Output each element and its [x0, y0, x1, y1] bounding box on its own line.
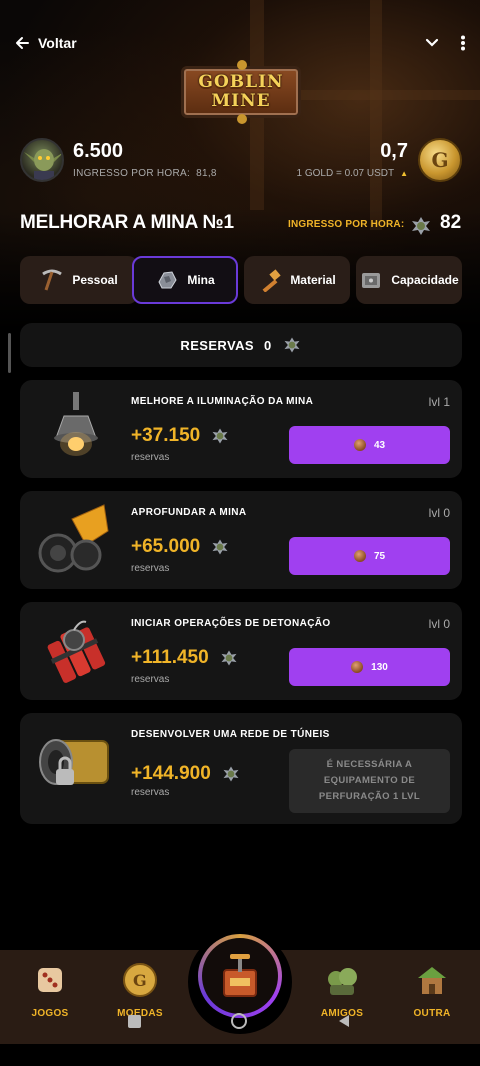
gold-rate-row: 1 GOLD = 0.07 USDT ▲ — [297, 168, 408, 179]
income-per-hour-value: 81,8 — [196, 168, 217, 179]
card-amount-row: +111.450 — [131, 647, 239, 669]
system-back-icon[interactable] — [336, 1013, 352, 1029]
card-amount: +111.450 — [131, 647, 209, 668]
detonator-main-button[interactable] — [198, 934, 282, 1018]
goblin-avatar[interactable] — [20, 138, 64, 182]
upgrade-button[interactable]: 130 — [289, 648, 450, 686]
tab-pessoal[interactable]: Pessoal — [20, 256, 138, 304]
goblin-badge-icon — [221, 650, 237, 666]
nav-label: OUTRA — [413, 1008, 451, 1019]
back-button[interactable]: Voltar — [14, 35, 77, 51]
system-home-icon[interactable] — [231, 1013, 247, 1029]
category-tabs: Pessoal Mina Material Capacidade — [20, 256, 462, 304]
more-menu-icon[interactable] — [460, 35, 466, 51]
card-amount-row: +37.150 — [131, 425, 230, 447]
reserves-label: RESERVAS — [180, 337, 254, 353]
card-amount: +144.900 — [131, 763, 211, 784]
upgrade-button[interactable]: 75 — [289, 537, 450, 575]
upgrade-card-tunnels: DESENVOLVER UMA REDE DE TÚNEIS +144.900 … — [20, 713, 462, 824]
goblin-badge-icon — [223, 766, 239, 782]
card-subtitle: reservas — [131, 452, 170, 463]
trend-up-icon: ▲ — [400, 169, 408, 178]
upgrade-button[interactable]: 43 — [289, 426, 450, 464]
top-bar: Voltar — [14, 28, 466, 58]
upgrade-card-deepen: APROFUNDAR A MINA lvl 0 +65.000 reservas… — [20, 491, 462, 589]
income-per-hour-label: INGRESSO POR HORA: — [73, 168, 191, 179]
card-amount: +65.000 — [131, 536, 201, 557]
coins-count: 6.500 — [73, 140, 124, 162]
gold-balance: 0,7 — [380, 140, 408, 162]
card-amount: +37.150 — [131, 425, 201, 446]
drill-icon — [34, 501, 118, 577]
gold-coin-icon: G — [100, 962, 180, 998]
card-level: lvl 0 — [428, 617, 450, 631]
upgrade-card-blasting: INICIAR OPERAÇÕES DE DETONAÇÃO lvl 0 +11… — [20, 602, 462, 700]
card-amount-row: +65.000 — [131, 536, 230, 558]
back-label: Voltar — [38, 35, 77, 51]
scrollbar[interactable] — [8, 333, 11, 373]
page-title: MELHORAR A MINA №1 — [20, 212, 234, 233]
card-title: INICIAR OPERAÇÕES DE DETONAÇÃO — [131, 618, 331, 629]
upgrade-cost: 43 — [373, 439, 386, 451]
upgrade-cost: 75 — [373, 550, 386, 562]
tab-capacidade[interactable]: Capacidade — [356, 256, 462, 304]
hut-icon — [392, 962, 472, 998]
tab-label: Pessoal — [72, 273, 118, 287]
logo-line-1: GOBLIN — [198, 72, 284, 92]
pickaxe-icon — [40, 268, 64, 292]
upgrade-card-lighting: MELHORE A ILUMINAÇÃO DA MINA lvl 1 +37.1… — [20, 380, 462, 478]
card-subtitle: reservas — [131, 674, 170, 685]
vault-icon — [359, 268, 383, 292]
dynamite-icon — [34, 612, 118, 688]
tab-label: Capacidade — [391, 273, 459, 287]
card-subtitle: reservas — [131, 787, 170, 798]
locked-requirement: É NECESSÁRIA A EQUIPAMENTO DE PERFURAÇÃO… — [289, 749, 450, 813]
goblin-badge-icon — [412, 217, 430, 235]
svg-text:G: G — [133, 971, 147, 990]
gold-rate-text: 1 GOLD = 0.07 USDT — [296, 168, 395, 179]
card-level: lvl 1 — [428, 395, 450, 409]
reserves-value: 0 — [263, 337, 272, 353]
copper-coin-icon — [353, 550, 366, 562]
arrow-left-icon — [16, 37, 29, 49]
card-title: DESENVOLVER UMA REDE DE TÚNEIS — [131, 729, 330, 740]
tab-label: Material — [290, 273, 336, 287]
tab-label: Mina — [187, 273, 215, 287]
chevron-down-icon[interactable] — [424, 35, 440, 51]
logo-line-2: MINE — [211, 91, 271, 111]
ore-icon — [155, 268, 179, 292]
lamp-icon — [34, 390, 118, 466]
nav-outra[interactable]: OUTRA — [392, 962, 472, 1019]
card-level: lvl 0 — [428, 506, 450, 520]
card-title: APROFUNDAR A MINA — [131, 507, 247, 518]
upgrade-cost: 130 — [371, 661, 388, 673]
hour-income-label: INGRESSO POR HORA: — [288, 219, 405, 230]
copper-coin-icon — [351, 661, 364, 673]
tab-material[interactable]: Material — [244, 256, 350, 304]
reserves-bar: RESERVAS 0 — [20, 323, 462, 367]
gold-coin-icon[interactable]: G — [418, 138, 462, 182]
card-amount-row: +144.900 — [131, 763, 241, 785]
goblin-badge-icon — [212, 428, 228, 444]
nav-jogos[interactable]: JOGOS — [10, 962, 90, 1019]
goblin-mine-logo: GOBLIN MINE — [175, 60, 307, 124]
nav-label: JOGOS — [31, 1008, 69, 1019]
card-subtitle: reservas — [131, 563, 170, 574]
hour-income-value: 82 — [440, 212, 462, 233]
detonator-icon — [223, 954, 257, 997]
nav-amigos[interactable]: AMIGOS — [302, 962, 382, 1019]
tab-mina[interactable]: Mina — [132, 256, 238, 304]
goblin-badge-icon — [284, 337, 300, 353]
income-per-hour-row: INGRESSO POR HORA: 81,8 — [73, 168, 217, 179]
nav-moedas[interactable]: G MOEDAS — [100, 962, 180, 1019]
goblins-icon — [302, 962, 382, 998]
system-bar — [0, 1044, 480, 1066]
hammer-icon — [258, 268, 282, 292]
card-title: MELHORE A ILUMINAÇÃO DA MINA — [131, 396, 314, 407]
system-recents-icon[interactable] — [128, 1015, 141, 1028]
dice-icon — [10, 962, 90, 998]
goblin-badge-icon — [212, 539, 228, 555]
tunnel-icon — [34, 727, 118, 803]
copper-coin-icon — [353, 439, 366, 451]
